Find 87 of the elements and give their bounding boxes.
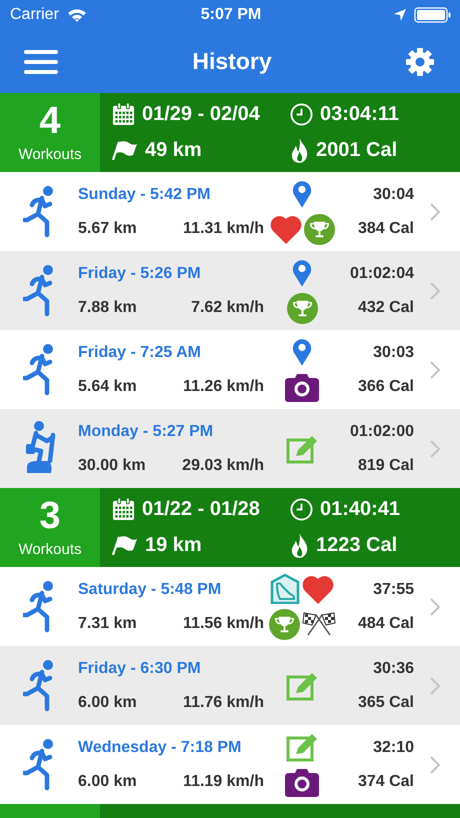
workout-speed: 11.26 km/h: [183, 378, 264, 396]
workout-title: Wednesday - 7:18 PM: [78, 738, 242, 756]
workout-duration: 01:02:00: [350, 422, 414, 440]
shoe-icon: [270, 574, 300, 604]
workout-row[interactable]: Friday - 5:26 PM 7.88 km 7.62 km/h 01:02:04 432 Cal: [0, 251, 460, 330]
chevron-right-icon: [430, 202, 440, 220]
trophy-icon: [268, 608, 300, 640]
workout-duration: 01:02:04: [350, 264, 414, 282]
workout-duration: 37:55: [373, 580, 414, 598]
workout-distance: 5.67 km: [78, 220, 137, 238]
workout-title: Friday - 6:30 PM: [78, 660, 202, 678]
workout-distance: 6.00 km: [78, 772, 137, 790]
checkered-flags-icon: [302, 611, 336, 637]
workout-duration: 30:04: [373, 186, 414, 204]
workout-distance: 30.00 km: [78, 456, 146, 474]
workout-count-label: Workouts: [18, 541, 82, 558]
week-dates: 01/29 - 02/04: [142, 102, 260, 126]
workout-calories: 366 Cal: [358, 378, 414, 396]
workout-distance: 6.00 km: [78, 694, 137, 712]
workout-count: 4: [39, 102, 61, 140]
map-pin-icon: [292, 337, 312, 367]
workout-count-label: Workouts: [18, 146, 82, 163]
workout-count: 3: [39, 497, 61, 535]
workout-duration: 30:03: [373, 344, 414, 362]
workout-duration: 32:10: [373, 738, 414, 756]
workout-title: Friday - 5:26 PM: [78, 264, 202, 282]
edit-note-icon: [286, 434, 318, 464]
flag-icon: [112, 535, 138, 555]
clock-icon: [290, 498, 313, 520]
chevron-right-icon: [430, 676, 440, 694]
week-duration: 01:40:41: [320, 498, 400, 520]
status-time: 5:07 PM: [200, 6, 262, 24]
workout-speed: 11.31 km/h: [183, 220, 264, 238]
edit-note-icon: [286, 732, 318, 762]
workout-speed: 11.76 km/h: [183, 694, 264, 712]
edit-note-icon: [286, 670, 318, 700]
week-dates: 01/22 - 01/28: [142, 498, 260, 520]
week-calories: 1223 Cal: [316, 534, 398, 556]
flame-icon: [290, 532, 309, 558]
week-distance: 49 km: [145, 138, 202, 162]
flame-icon: [290, 138, 309, 162]
workout-speed: 29.03 km/h: [182, 456, 264, 474]
carrier-label: Carrier: [10, 6, 59, 24]
workout-speed: 7.62 km/h: [191, 298, 264, 316]
workout-speed: 11.19 km/h: [183, 772, 264, 790]
week-distance: 19 km: [145, 534, 202, 556]
workout-calories: 484 Cal: [358, 614, 414, 632]
wifi-icon: [66, 8, 87, 22]
map-pin-icon: [292, 258, 312, 288]
workout-calories: 819 Cal: [358, 456, 414, 474]
workout-row[interactable]: Monday - 5:27 PM 30.00 km 29.03 km/h 01:02:00 819 Cal: [0, 409, 460, 488]
flag-icon: [112, 140, 138, 160]
menu-icon[interactable]: [24, 50, 58, 74]
clock-icon: [290, 102, 313, 126]
workout-title: Friday - 7:25 AM: [78, 344, 202, 362]
heart-icon: [270, 214, 302, 244]
workout-distance: 7.88 km: [78, 298, 137, 316]
calendar-icon: [112, 102, 135, 126]
workout-calories: 374 Cal: [358, 772, 414, 790]
screen-title: History: [192, 48, 272, 75]
trophy-icon: [286, 292, 318, 324]
camera-icon: [285, 372, 319, 402]
workout-distance: 5.64 km: [78, 378, 137, 396]
workout-title: Sunday - 5:42 PM: [78, 186, 212, 204]
heart-icon: [302, 574, 334, 604]
trophy-icon: [304, 214, 334, 244]
location-arrow-icon: [394, 9, 406, 21]
camera-icon: [285, 767, 319, 797]
workout-title: Saturday - 5:48 PM: [78, 580, 222, 598]
workout-speed: 11.56 km/h: [183, 614, 264, 632]
workout-duration: 30:36: [373, 660, 414, 678]
workout-row[interactable]: Friday - 6:30 PM 6.00 km 11.76 km/h 30:36 365 Cal: [0, 646, 460, 725]
workout-distance: 7.31 km: [78, 614, 137, 632]
map-pin-icon: [292, 179, 312, 209]
workout-calories: 432 Cal: [358, 298, 414, 316]
battery-icon: [414, 7, 452, 23]
chevron-right-icon: [430, 598, 440, 616]
chevron-right-icon: [430, 282, 440, 300]
workout-calories: 365 Cal: [358, 694, 414, 712]
workout-title: Monday - 5:27 PM: [78, 422, 214, 440]
chevron-right-icon: [430, 440, 440, 458]
chevron-right-icon: [430, 360, 440, 378]
chevron-right-icon: [430, 756, 440, 774]
week-duration: 03:04:11: [320, 102, 399, 126]
workout-calories: 384 Cal: [358, 220, 414, 238]
week-calories: 2001 Cal: [316, 138, 398, 162]
calendar-icon: [112, 498, 135, 520]
